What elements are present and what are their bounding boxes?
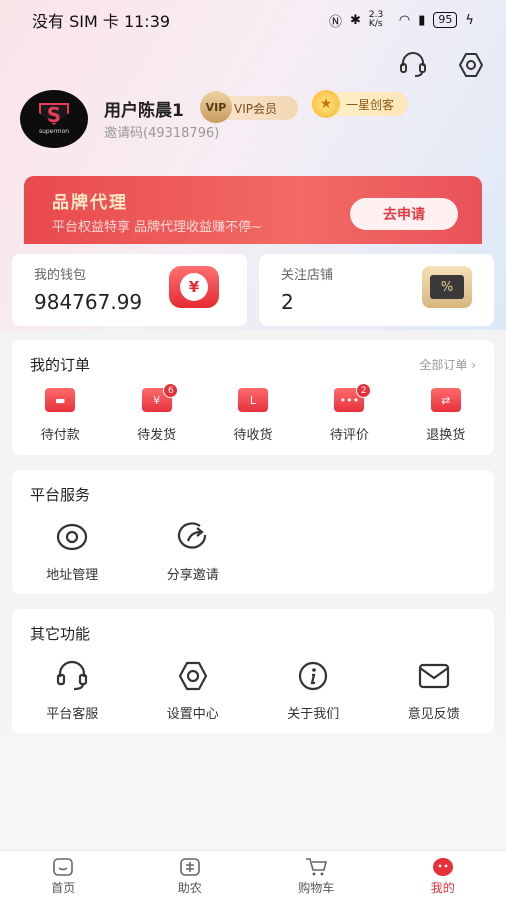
wallet-balance: 984767.99 [34,290,143,314]
charging-icon: ϟ [465,12,474,28]
order-label: 待评价 [329,428,369,443]
gear-icon [175,659,211,693]
tab-label: 助农 [177,881,202,895]
apply-button[interactable]: 去申请 [350,198,458,230]
vip-crown-icon: VIP [200,91,232,123]
tab-me[interactable]: 我的 [380,851,506,900]
mail-icon [416,659,452,693]
avatar-caption: supermon [38,128,70,135]
status-bar: 没有 SIM 卡 11:39 Ⓝ ✱ 2.3 K/s ◠ ▮ 95 ϟ [0,0,506,40]
others-title: 其它功能 [30,625,91,643]
tab-home[interactable]: 首页 [0,851,127,900]
followed-shops-count: 2 [281,290,294,314]
shop-icon: % [422,266,472,308]
info-icon [295,659,331,693]
fn-label: 平台客服 [46,707,99,722]
share-invite[interactable]: 分享邀请 [133,520,254,583]
order-pending-shipment[interactable]: ¥ 6 待发货 [108,383,204,443]
tab-label: 首页 [51,881,76,895]
fn-label: 设置中心 [166,707,219,722]
fn-label: 地址管理 [46,568,99,583]
count-badge: 2 [356,383,372,398]
order-returns[interactable]: ⇄ 退换货 [398,388,494,443]
battery-indicator: 95 [433,12,458,28]
carrier-time: 没有 SIM 卡 11:39 [32,12,171,31]
location-icon [54,520,90,554]
feedback[interactable]: 意见反馈 [374,659,495,722]
settings-center[interactable]: 设置中心 [133,659,254,722]
my-orders-card: 我的订单 全部订单 › ▬ 待付款 ¥ 6 待发货 L 待收货 ••• 2 待评… [12,340,494,455]
tab-label: 我的 [430,881,455,895]
username: 用户陈晨1 [104,101,184,121]
fn-label: 分享邀请 [166,568,219,583]
vip-label: VIP会员 [234,101,277,116]
wifi-icon: ◠ [398,12,411,28]
order-pending-receipt[interactable]: L 待收货 [205,388,301,443]
order-label: 待付款 [40,428,80,443]
wallet-icon: ¥ [169,266,219,308]
wallet-card[interactable]: 我的钱包 984767.99 ¥ [12,254,247,326]
orders-title: 我的订单 [30,356,91,374]
order-pending-review[interactable]: ••• 2 待评价 [301,383,397,443]
share-icon [175,520,211,554]
star-level-badge[interactable]: ★ 一星创客 [310,90,408,118]
settings-icon[interactable] [456,50,486,80]
order-label: 退换货 [426,428,466,443]
brand-subtitle: 平台权益特享 品牌代理收益赚不停~ [52,220,263,235]
chevron-right-icon: › [467,358,476,372]
headset-icon [54,659,90,693]
all-orders-label: 全部订单 [419,358,468,372]
bluetooth-icon: ✱ [350,12,361,28]
home-icon [52,857,74,877]
order-pending-payment[interactable]: ▬ 待付款 [12,388,108,443]
other-functions-card: 其它功能 平台客服 设置中心 关于我们 意见反馈 [12,609,494,733]
star-icon: ★ [312,90,340,118]
vip-badge[interactable]: VIP VIP会员 [200,91,298,123]
tab-label: 购物车 [298,881,335,895]
net-speed: 2.3 K/s [368,10,384,29]
fn-label: 意见反馈 [407,707,460,722]
brand-title: 品牌代理 [52,193,128,213]
followed-shops-label: 关注店铺 [281,268,334,283]
services-title: 平台服务 [30,486,91,504]
platform-services-card: 平台服务 地址管理 分享邀请 [12,470,494,594]
me-icon [432,857,454,877]
farm-icon [179,857,201,877]
address-management[interactable]: 地址管理 [12,520,133,583]
followed-shops-card[interactable]: 关注店铺 2 % [259,254,494,326]
all-orders-link[interactable]: 全部订单 › [419,356,476,373]
order-label: 待发货 [137,428,177,443]
star-label: 一星创客 [346,97,395,112]
bottom-tab-bar: 首页 助农 购物车 我的 [0,850,506,900]
fn-label: 关于我们 [287,707,340,722]
customer-service-icon[interactable] [398,50,428,80]
tab-farm[interactable]: 助农 [127,851,254,900]
count-badge: 6 [163,383,179,398]
invite-code: 邀请码(49318796) [104,126,220,141]
wallet-label: 我的钱包 [34,268,87,283]
profile-header: S supermon 用户陈晨1 VIP VIP会员 ★ 一星创客 邀请码(49… [20,90,490,150]
box-icon: L [237,388,268,412]
about-us[interactable]: 关于我们 [253,659,374,722]
return-icon: ⇄ [430,388,461,412]
avatar[interactable]: S supermon [20,90,88,148]
nfc-icon: Ⓝ [329,14,343,30]
tab-cart[interactable]: 购物车 [253,851,380,900]
wallet-icon: ▬ [45,388,76,412]
platform-support[interactable]: 平台客服 [12,659,133,722]
order-label: 待收货 [233,428,273,443]
superman-logo-icon: S [39,103,69,125]
cart-icon [305,857,328,877]
brand-agent-banner[interactable]: 品牌代理 平台权益特享 品牌代理收益赚不停~ 去申请 [24,176,482,244]
alert-icon: ▮ [418,12,426,28]
